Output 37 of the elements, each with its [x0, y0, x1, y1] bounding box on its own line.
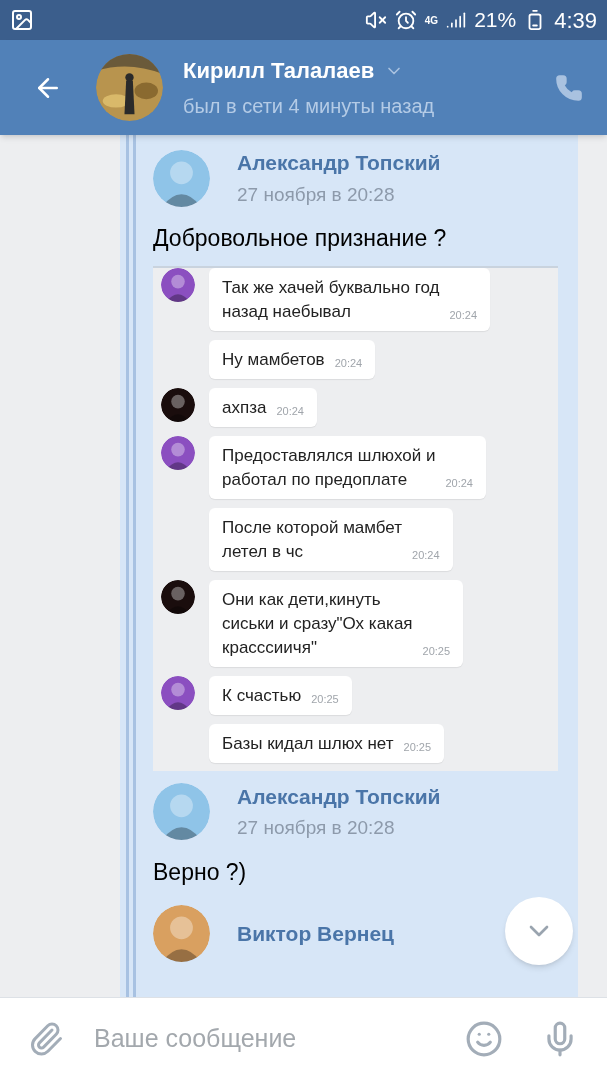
message-time: 20:25	[422, 643, 451, 659]
message-text: После которой мамбет летел в чс	[222, 516, 403, 563]
post-text: Верно ?)	[153, 857, 248, 887]
message-time: 20:24	[449, 307, 477, 323]
message-text: Предоставлялся шлюхой и работал по предоплате	[222, 444, 436, 491]
mute-icon	[364, 9, 387, 31]
contact-name[interactable]: Кирилл Талалаев	[183, 54, 375, 87]
battery-percent: 21%	[474, 7, 517, 34]
image-icon	[10, 8, 34, 32]
attach-icon[interactable]	[28, 1021, 64, 1057]
message-text: Базы кидал шлюх нет	[222, 732, 394, 755]
message-text: К счастью	[222, 684, 302, 707]
author-name[interactable]: Александр Топский	[237, 147, 441, 179]
network-label: 4G	[424, 13, 439, 28]
composer-bar[interactable]: Ваше сообщение	[0, 997, 607, 1080]
clock: 4:39	[554, 6, 597, 35]
message-text: Ну мамбетов	[222, 348, 325, 371]
author-name[interactable]: Виктор Вернец	[237, 917, 395, 950]
signal-icon	[446, 10, 467, 30]
message-time: 20:24	[445, 475, 473, 491]
call-button[interactable]	[555, 73, 583, 102]
message-text: Они как дети,кинуть сиськи и сразу"Ох какая красссиичя"	[222, 588, 413, 659]
author-name[interactable]: Александр Топский	[237, 780, 441, 812]
message-time: 20:24	[334, 355, 363, 371]
alarm-icon	[394, 9, 417, 31]
post-date: 27 ноября в 20:28	[237, 816, 396, 840]
message-text: Так же хачей буквально год назад наебывал	[222, 276, 440, 323]
post-text: Добровольное признание ?	[153, 224, 448, 253]
message-input[interactable]: Ваше сообщение	[94, 1020, 465, 1058]
message-text: ахпза	[222, 396, 267, 419]
message-time: 20:25	[403, 739, 432, 755]
message-time: 20:24	[412, 547, 440, 563]
message-time: 20:24	[276, 403, 304, 419]
emoji-icon[interactable]	[465, 1020, 503, 1058]
post-date: 27 ноября в 20:28	[237, 182, 396, 207]
message-time: 20:25	[311, 691, 339, 707]
contact-status: был в сети 4 минуты назад	[183, 94, 435, 119]
